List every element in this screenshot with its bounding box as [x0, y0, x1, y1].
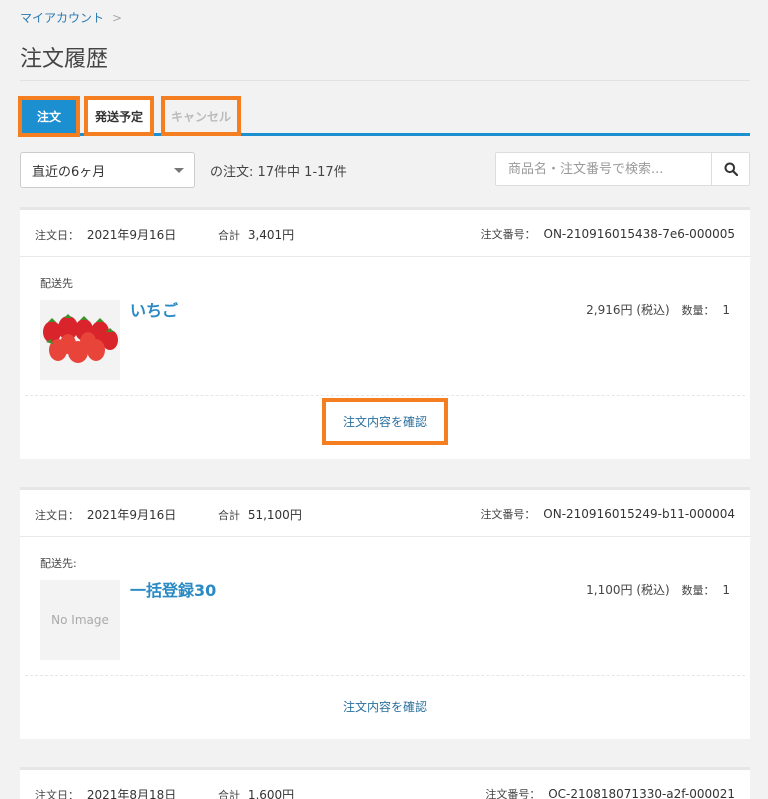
search-box: [495, 152, 750, 186]
quantity-value: 1: [722, 583, 730, 597]
breadcrumb-separator: >: [112, 10, 123, 25]
order-number: 注文番号： ON-210916015249-b11-000004: [480, 506, 735, 522]
order-total: 合計 3,401円: [218, 226, 294, 243]
order-footer: 注文内容を確認: [25, 395, 745, 459]
order-number: 注文番号： ON-210916015438-7e6-000005: [481, 226, 735, 242]
product-name-link[interactable]: いちご: [130, 297, 178, 321]
tab-scheduled-shipping[interactable]: 発送予定: [84, 96, 154, 136]
order-number-label: 注文番号：: [480, 508, 536, 521]
product-thumbnail[interactable]: No Image: [40, 580, 120, 660]
order-item: 配送先: No Image 一括登録30 1,100円 (税込) 数量： 1: [20, 537, 750, 675]
order-date-value: 2021年9月16日: [86, 508, 177, 522]
order-card: 注文日： 2021年8月18日 合計 1,600円 注文番号： OC-21081…: [20, 767, 750, 799]
order-date-label: 注文日：: [35, 509, 79, 522]
order-number-value: OC-210818071330-a2f-000021: [548, 787, 735, 799]
quantity-label: 数量：: [681, 304, 715, 317]
product-price: 1,100円 (税込): [586, 583, 670, 597]
order-total-value: 3,401円: [247, 228, 295, 242]
product-name-link[interactable]: 一括登録30: [130, 577, 216, 601]
order-card: 注文日： 2021年9月16日 合計 3,401円 注文番号： ON-21091…: [20, 207, 750, 459]
tab-orders[interactable]: 注文: [18, 96, 80, 137]
order-date-value: 2021年8月18日: [86, 788, 177, 799]
strawberry-image: [43, 314, 118, 363]
order-header: 注文日： 2021年9月16日 合計 3,401円 注文番号： ON-21091…: [20, 210, 750, 257]
quantity-label: 数量：: [681, 584, 715, 597]
price-quantity: 2,916円 (税込) 数量： 1: [586, 301, 730, 318]
confirm-order-details-link[interactable]: 注文内容を確認: [321, 398, 449, 445]
order-total-value: 1,600円: [247, 788, 295, 799]
order-date: 注文日： 2021年9月16日: [35, 226, 176, 243]
order-total-value: 51,100円: [247, 508, 302, 522]
order-date-value: 2021年9月16日: [86, 228, 177, 242]
quantity-value: 1: [722, 303, 730, 317]
order-header: 注文日： 2021年9月16日 合計 51,100円 注文番号： ON-2109…: [20, 490, 750, 537]
ship-to-label: 配送先: [40, 277, 73, 290]
search-icon: [724, 162, 738, 176]
period-select[interactable]: 直近の6ヶ月: [20, 152, 195, 188]
order-date-label: 注文日：: [35, 229, 79, 242]
title-divider: [20, 80, 750, 81]
search-button[interactable]: [711, 153, 749, 185]
order-total-label: 合計: [218, 789, 240, 799]
order-date: 注文日： 2021年9月16日: [35, 506, 176, 523]
no-image-placeholder: No Image: [51, 613, 109, 627]
search-input[interactable]: [496, 153, 712, 185]
order-number-label: 注文番号：: [480, 228, 536, 241]
tab-cancelled[interactable]: キャンセル: [161, 96, 241, 136]
confirm-order-details-link[interactable]: 注文内容を確認: [337, 694, 433, 719]
order-card: 注文日： 2021年9月16日 合計 51,100円 注文番号： ON-2109…: [20, 487, 750, 739]
price-quantity: 1,100円 (税込) 数量： 1: [586, 581, 730, 598]
order-number-value: ON-210916015438-7e6-000005: [543, 227, 736, 241]
order-number-value: ON-210916015249-b11-000004: [543, 507, 735, 521]
order-date: 注文日： 2021年8月18日: [35, 786, 176, 799]
breadcrumb-my-account[interactable]: マイアカウント: [20, 9, 104, 26]
order-date-label: 注文日：: [35, 789, 79, 799]
page-title: 注文履歴: [20, 47, 109, 72]
ship-to-label: 配送先:: [40, 557, 77, 570]
order-count: の注文: 17件中 1-17件: [210, 165, 347, 180]
order-total: 合計 51,100円: [218, 506, 302, 523]
product-thumbnail[interactable]: [40, 300, 120, 380]
order-footer: 注文内容を確認: [25, 675, 745, 739]
period-select-value: 直近の6ヶ月: [32, 164, 106, 180]
order-total-label: 合計: [218, 509, 240, 522]
breadcrumb: マイアカウント >: [20, 9, 122, 26]
order-number: 注文番号： OC-210818071330-a2f-000021: [485, 786, 735, 799]
order-total-label: 合計: [218, 229, 240, 242]
product-price: 2,916円 (税込): [586, 303, 670, 317]
order-total: 合計 1,600円: [218, 786, 294, 799]
order-item: 配送先 いちご 2,916円 (税込) 数量： 1: [20, 257, 750, 395]
chevron-down-icon: [174, 168, 184, 173]
order-header: 注文日： 2021年8月18日 合計 1,600円 注文番号： OC-21081…: [20, 770, 750, 799]
order-number-label: 注文番号：: [485, 788, 541, 799]
order-tabs: 注文 発送予定 キャンセル: [18, 96, 750, 137]
